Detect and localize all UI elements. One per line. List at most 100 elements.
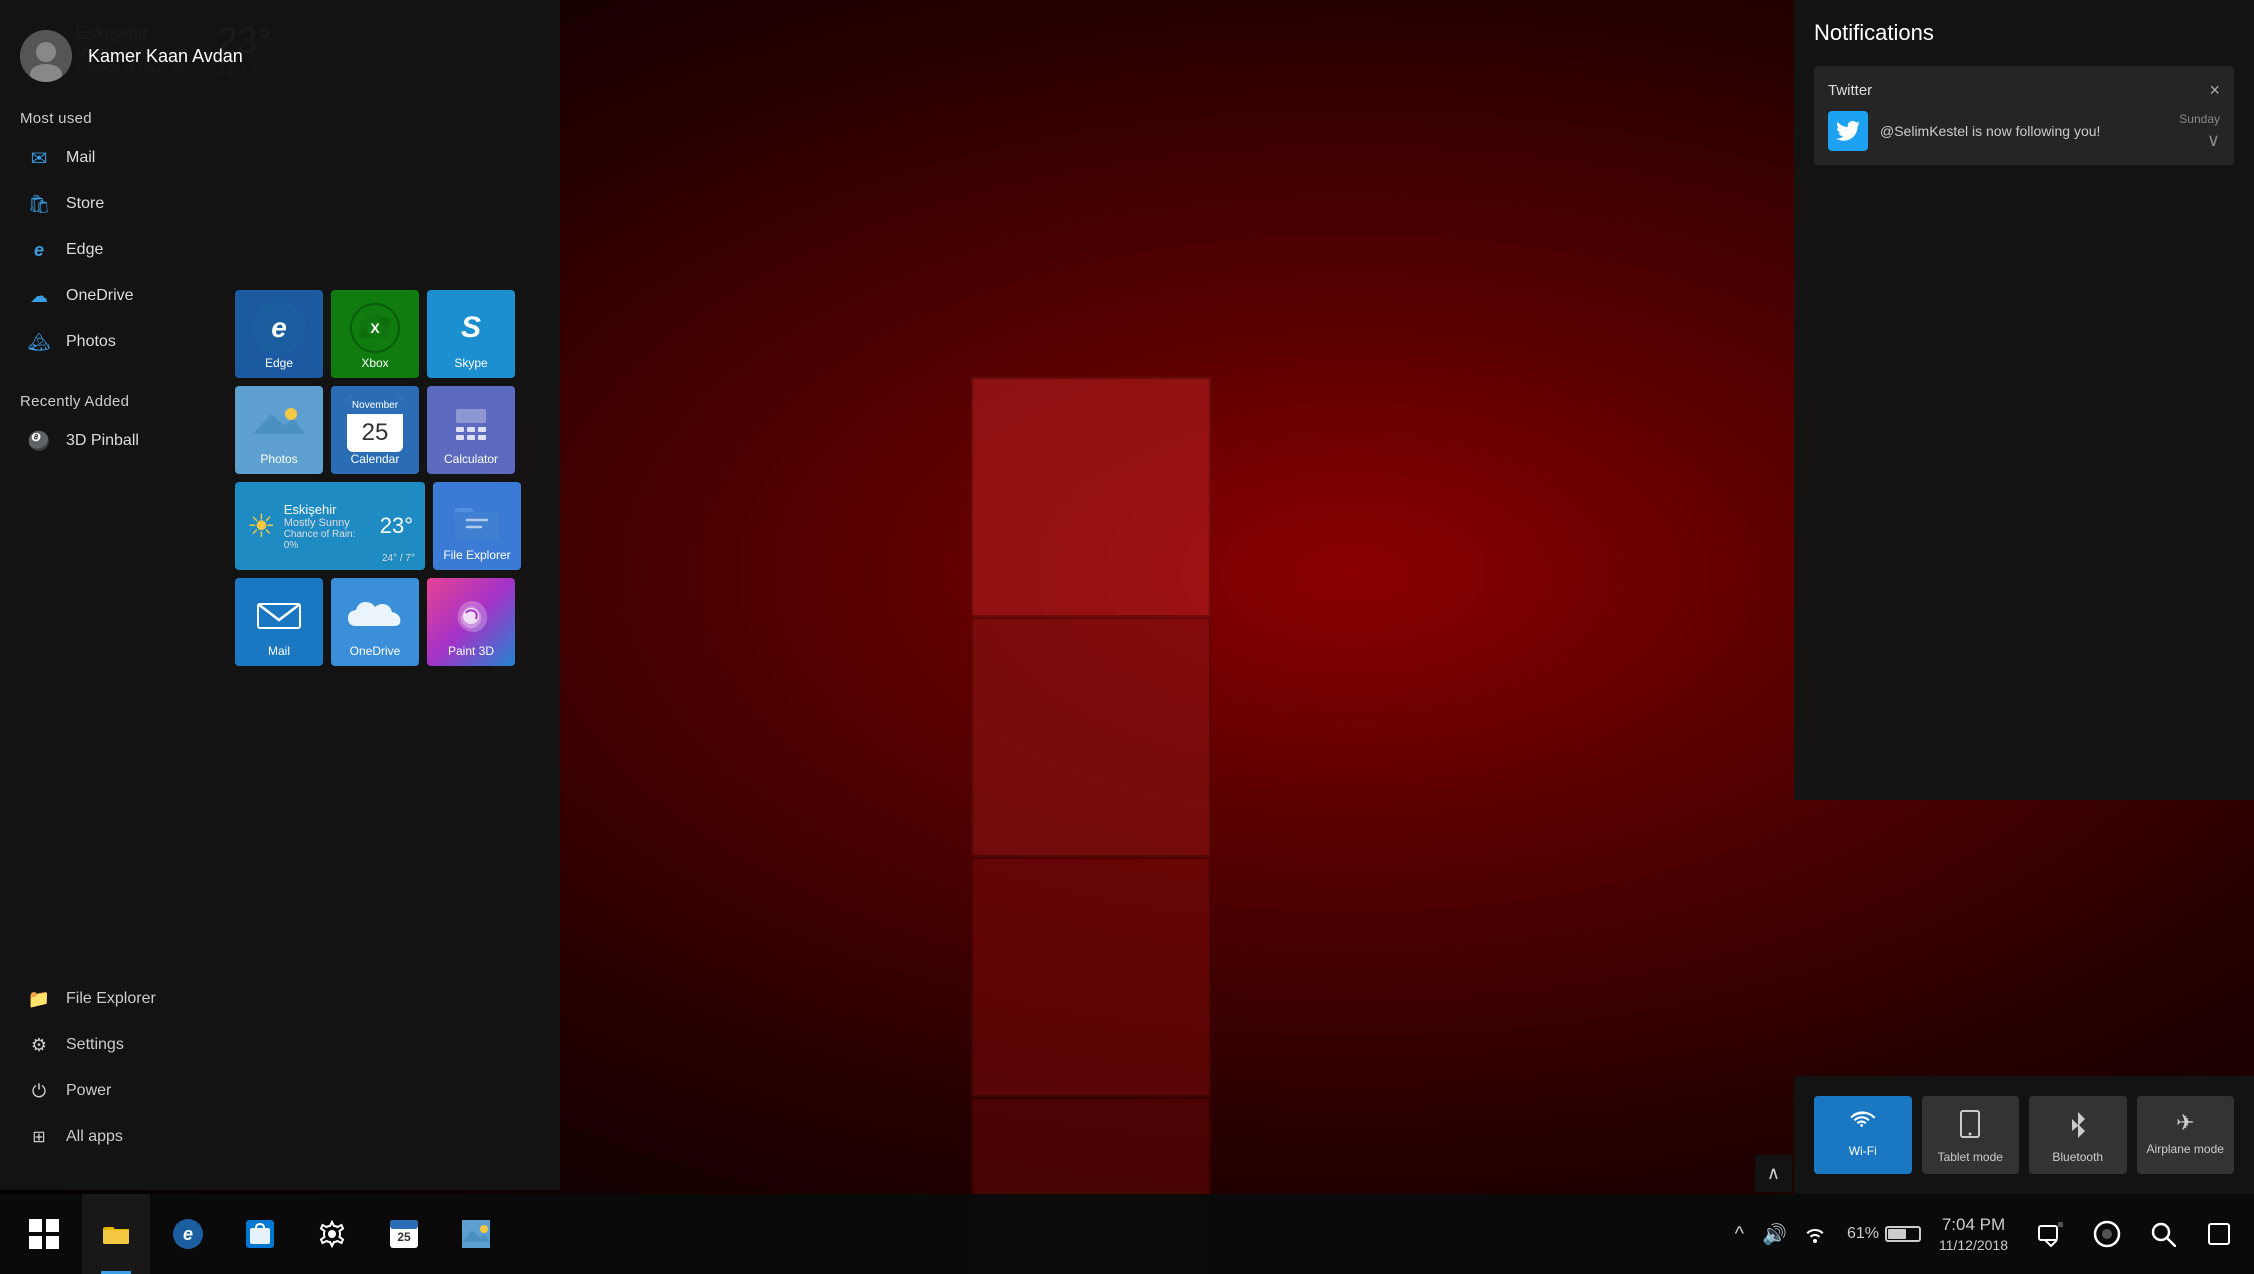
file-explorer-icon: 📁 (26, 986, 52, 1012)
action-btn-wifi-label: Wi-Fi (1824, 1144, 1902, 1158)
weather-tile-condition: Mostly Sunny (284, 517, 372, 529)
tile-mail[interactable]: Mail (235, 578, 323, 666)
notification-card-twitter[interactable]: Twitter × @SelimKestel is now following … (1814, 66, 2234, 165)
taskbar-edge[interactable]: e (154, 1194, 222, 1274)
tiles-row-1: e Edge X Xbox S Skype (235, 290, 521, 378)
taskbar-cortana-circle[interactable] (2082, 1209, 2132, 1259)
sidebar-item-label-mail: Mail (66, 149, 95, 167)
notifications-panel: Notifications Twitter × @SelimKestel is … (1794, 0, 2254, 800)
user-profile[interactable]: Kamer Kaan Avdan (0, 0, 560, 102)
action-buttons-grid: Wi-Fi Tablet mode Bluetooth ✈ Airplane m… (1814, 1096, 2234, 1174)
battery-bar (1885, 1226, 1921, 1242)
tiles-row-2: Photos November 25 Calendar (235, 386, 521, 474)
username: Kamer Kaan Avdan (88, 46, 243, 67)
taskbar-search[interactable] (2138, 1209, 2188, 1259)
action-btn-airplane[interactable]: ✈ Airplane mode (2137, 1096, 2235, 1174)
notif-close-btn[interactable]: × (2209, 80, 2220, 101)
power-icon: ⏻ (26, 1078, 52, 1104)
tile-photos[interactable]: Photos (235, 386, 323, 474)
wifi-icon (1824, 1110, 1902, 1138)
photos-icon-small: 🏔 (26, 329, 52, 355)
edge-icon-small: e (26, 237, 52, 263)
weather-tile-city: Eskişehir (284, 502, 372, 517)
taskbar-photos[interactable] (442, 1194, 510, 1274)
sidebar-item-all-apps[interactable]: ⊞ All apps (10, 1114, 560, 1160)
most-used-label: Most used (0, 102, 560, 135)
action-btn-bluetooth[interactable]: Bluetooth (2029, 1096, 2127, 1174)
taskbar-settings[interactable] (298, 1194, 366, 1274)
clock-time: 7:04 PM (1939, 1214, 2008, 1236)
avatar (20, 30, 72, 82)
sidebar-item-label-all-apps: All apps (66, 1128, 123, 1146)
svg-text:X: X (370, 320, 380, 336)
sidebar-item-label-power: Power (66, 1082, 111, 1100)
sidebar-item-settings[interactable]: ⚙ Settings (10, 1022, 560, 1068)
action-btn-wifi[interactable]: Wi-Fi (1814, 1096, 1912, 1174)
taskbar-file-explorer[interactable] (82, 1194, 150, 1274)
sidebar-item-file-explorer[interactable]: 📁 File Explorer (10, 976, 560, 1022)
tray-network[interactable] (1801, 1221, 1829, 1247)
battery-info[interactable]: 61% (1847, 1225, 1921, 1243)
sidebar-item-store[interactable]: 🛍 Store (10, 181, 560, 227)
taskbar-show-desktop[interactable] (2194, 1209, 2244, 1259)
taskbar-store[interactable] (226, 1194, 294, 1274)
notif-app-name: Twitter (1828, 82, 1872, 99)
weather-tile-sun-icon: ☀ (247, 507, 276, 545)
taskbar-left: e 25 (10, 1194, 510, 1274)
taskbar-notification-center[interactable] (2026, 1209, 2076, 1259)
tile-calendar[interactable]: November 25 Calendar (331, 386, 419, 474)
sidebar-item-label-onedrive: OneDrive (66, 287, 134, 305)
tile-calculator[interactable]: Calculator (427, 386, 515, 474)
weather-tile-info: Eskişehir Mostly Sunny Chance of Rain: 0… (284, 502, 372, 551)
action-btn-tablet[interactable]: Tablet mode (1922, 1096, 2020, 1174)
tile-fileexplorer[interactable]: File Explorer (433, 482, 521, 570)
notif-card-header: Twitter × (1828, 80, 2220, 101)
taskbar-end-icons (2026, 1209, 2244, 1259)
notif-time: Sunday (2150, 112, 2220, 126)
sidebar-item-power[interactable]: ⏻ Power (10, 1068, 560, 1114)
action-btn-bluetooth-label: Bluetooth (2039, 1150, 2117, 1164)
all-apps-icon: ⊞ (26, 1124, 52, 1150)
3dpinball-icon: 🎱 (26, 428, 52, 454)
tile-weather[interactable]: ☀ Eskişehir Mostly Sunny Chance of Rain:… (235, 482, 425, 570)
sidebar-item-edge[interactable]: e Edge (10, 227, 560, 273)
sidebar-item-mail[interactable]: ✉ Mail (10, 135, 560, 181)
notif-expand-icon[interactable]: ∨ (2207, 130, 2220, 151)
tray-volume[interactable]: 🔊 (1758, 1218, 1791, 1251)
svg-text:25: 25 (397, 1230, 411, 1244)
action-btn-tablet-label: Tablet mode (1932, 1150, 2010, 1164)
start-button[interactable] (10, 1194, 78, 1274)
action-btn-airplane-label: Airplane mode (2147, 1142, 2225, 1156)
bottom-nav: 📁 File Explorer ⚙ Settings ⏻ Power ⊞ All… (0, 976, 560, 1190)
weather-tile-chance: Chance of Rain: 0% (284, 529, 372, 551)
action-center: Wi-Fi Tablet mode Bluetooth ✈ Airplane m… (1794, 1076, 2254, 1194)
tray-chevron[interactable]: ^ (1731, 1219, 1748, 1250)
twitter-icon (1828, 111, 1868, 151)
tiles-row-3: ☀ Eskişehir Mostly Sunny Chance of Rain:… (235, 482, 521, 570)
taskbar-calendar[interactable]: 25 (370, 1194, 438, 1274)
weather-tile-range: 24° / 7° (382, 553, 415, 564)
sidebar-item-label-store: Store (66, 195, 104, 213)
calendar-month: November (347, 396, 403, 414)
calendar-day: 25 (347, 414, 403, 452)
collapse-action-center-btn[interactable]: ∧ (1755, 1155, 1792, 1192)
weather-tile-temp: 23° (380, 513, 413, 539)
tile-edge[interactable]: e Edge (235, 290, 323, 378)
win-logo-wallpaper (971, 377, 1491, 897)
sidebar-item-label-edge: Edge (66, 241, 103, 259)
notif-message: @SelimKestel is now following you! (1880, 123, 2138, 139)
sidebar-item-label-3dpinball: 3D Pinball (66, 432, 139, 450)
tile-skype[interactable]: S Skype (427, 290, 515, 378)
tile-paint3d[interactable]: Paint 3D (427, 578, 515, 666)
onedrive-icon-small: ☁ (26, 283, 52, 309)
tiles-row-4: Mail OneDrive Paint 3D (235, 578, 521, 666)
notifications-title: Notifications (1814, 20, 2234, 46)
notif-content: @SelimKestel is now following you! Sunda… (1828, 111, 2220, 151)
sidebar-item-label-file-explorer: File Explorer (66, 990, 156, 1008)
sidebar-item-label-photos: Photos (66, 333, 116, 351)
tile-onedrive[interactable]: OneDrive (331, 578, 419, 666)
clock-area[interactable]: 7:04 PM 11/12/2018 (1929, 1214, 2018, 1254)
tile-xbox[interactable]: X Xbox (331, 290, 419, 378)
airplane-icon: ✈ (2147, 1110, 2225, 1136)
settings-icon: ⚙ (26, 1032, 52, 1058)
